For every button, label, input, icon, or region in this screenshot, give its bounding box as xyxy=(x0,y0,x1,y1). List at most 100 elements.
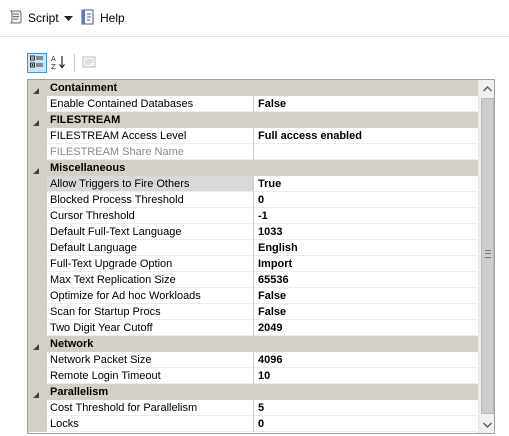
property-value[interactable]: False xyxy=(254,96,478,112)
category-row[interactable]: Network xyxy=(28,336,478,352)
category-gutter xyxy=(28,336,47,352)
chevron-up-icon xyxy=(483,83,492,95)
grid-toolbar-divider xyxy=(74,54,75,72)
category-name: Network xyxy=(50,338,94,350)
property-value[interactable]: English xyxy=(254,240,478,256)
property-row[interactable]: Optimize for Ad hoc Workloads False xyxy=(28,288,478,304)
category-name: Parallelism xyxy=(50,386,109,398)
property-value[interactable]: False xyxy=(254,288,478,304)
category-gutter xyxy=(28,160,47,176)
property-row[interactable]: Locks 0 xyxy=(28,416,478,432)
property-row[interactable]: Cost Threshold for Parallelism 5 xyxy=(28,400,478,416)
property-name: Default Full-Text Language xyxy=(47,224,254,240)
help-button[interactable]: Help xyxy=(80,8,125,28)
row-gutter xyxy=(28,192,47,208)
property-pages-icon xyxy=(82,55,96,72)
categorized-icon xyxy=(30,55,44,72)
property-grid-toolbar: A Z xyxy=(0,48,509,78)
property-value[interactable]: Import xyxy=(254,256,478,272)
property-name: Enable Contained Databases xyxy=(47,96,254,112)
property-row[interactable]: Remote Login Timeout 10 xyxy=(28,368,478,384)
property-value[interactable]: 0 xyxy=(254,192,478,208)
property-value[interactable]: Full access enabled xyxy=(254,128,478,144)
categorized-button[interactable] xyxy=(27,53,47,73)
property-name: Default Language xyxy=(47,240,254,256)
row-gutter xyxy=(28,208,47,224)
property-row[interactable]: Max Text Replication Size 65536 xyxy=(28,272,478,288)
category-row[interactable]: Containment xyxy=(28,80,478,96)
row-gutter xyxy=(28,240,47,256)
property-name: Locks xyxy=(47,416,254,432)
property-name: Cursor Threshold xyxy=(47,208,254,224)
category-row[interactable]: Miscellaneous xyxy=(28,160,478,176)
category-row[interactable]: FILESTREAM xyxy=(28,112,478,128)
property-name: Allow Triggers to Fire Others xyxy=(47,176,254,192)
collapse-triangle-icon[interactable] xyxy=(32,116,40,126)
collapse-triangle-icon[interactable] xyxy=(32,340,40,350)
property-value[interactable] xyxy=(254,144,478,160)
property-value[interactable]: 65536 xyxy=(254,272,478,288)
property-value[interactable]: 4096 xyxy=(254,352,478,368)
collapse-triangle-icon[interactable] xyxy=(32,164,40,174)
property-name: FILESTREAM Access Level xyxy=(47,128,254,144)
collapse-triangle-icon[interactable] xyxy=(32,388,40,398)
svg-text:Z: Z xyxy=(51,63,56,70)
property-row[interactable]: Full-Text Upgrade Option Import xyxy=(28,256,478,272)
property-row[interactable]: Enable Contained Databases False xyxy=(28,96,478,112)
property-value[interactable]: False xyxy=(254,304,478,320)
main-toolbar: Script Help xyxy=(0,0,509,38)
row-gutter xyxy=(28,272,47,288)
row-gutter xyxy=(28,96,47,112)
property-row[interactable]: Default Full-Text Language 1033 xyxy=(28,224,478,240)
property-row[interactable]: Cursor Threshold -1 xyxy=(28,208,478,224)
property-name: Optimize for Ad hoc Workloads xyxy=(47,288,254,304)
vertical-scrollbar[interactable] xyxy=(478,80,494,433)
property-name: Remote Login Timeout xyxy=(47,368,254,384)
property-value[interactable]: True xyxy=(254,176,478,192)
property-name: Network Packet Size xyxy=(47,352,254,368)
property-pages-button[interactable] xyxy=(79,53,99,73)
row-gutter xyxy=(28,416,47,432)
toolbar-divider xyxy=(0,36,509,37)
scroll-up-button[interactable] xyxy=(479,80,494,97)
property-row[interactable]: Blocked Process Threshold 0 xyxy=(28,192,478,208)
row-gutter xyxy=(28,256,47,272)
category-name: Containment xyxy=(50,82,118,94)
property-row[interactable]: Network Packet Size 4096 xyxy=(28,352,478,368)
property-row[interactable]: FILESTREAM Share Name xyxy=(28,144,478,160)
scrollbar-thumb[interactable] xyxy=(481,98,494,414)
row-gutter xyxy=(28,352,47,368)
script-button[interactable]: Script xyxy=(8,8,59,28)
property-row[interactable]: Allow Triggers to Fire Others True xyxy=(28,176,478,192)
property-name: Blocked Process Threshold xyxy=(47,192,254,208)
row-gutter xyxy=(28,368,47,384)
category-row[interactable]: Parallelism xyxy=(28,384,478,400)
property-value[interactable]: -1 xyxy=(254,208,478,224)
property-name: Full-Text Upgrade Option xyxy=(47,256,254,272)
property-value[interactable]: 5 xyxy=(254,400,478,416)
row-gutter xyxy=(28,224,47,240)
scroll-down-button[interactable] xyxy=(479,416,494,433)
collapse-triangle-icon[interactable] xyxy=(32,84,40,94)
property-value[interactable]: 2049 xyxy=(254,320,478,336)
alphabetical-button[interactable]: A Z xyxy=(49,53,69,73)
alphabetical-sort-icon: A Z xyxy=(51,54,67,73)
property-name: Cost Threshold for Parallelism xyxy=(47,400,254,416)
chevron-down-icon xyxy=(64,11,73,25)
property-row[interactable]: Default Language English xyxy=(28,240,478,256)
row-gutter xyxy=(28,288,47,304)
property-row[interactable]: FILESTREAM Access Level Full access enabl… xyxy=(28,128,478,144)
row-gutter xyxy=(28,176,47,192)
script-dropdown-button[interactable] xyxy=(64,8,76,28)
property-value[interactable]: 0 xyxy=(254,416,478,432)
property-name: Two Digit Year Cutoff xyxy=(47,320,254,336)
category-gutter xyxy=(28,384,47,400)
property-row[interactable]: Two Digit Year Cutoff 2049 xyxy=(28,320,478,336)
property-row[interactable]: Scan for Startup Procs False xyxy=(28,304,478,320)
property-name: Max Text Replication Size xyxy=(47,272,254,288)
help-icon xyxy=(80,9,96,28)
category-gutter xyxy=(28,80,47,96)
property-value[interactable]: 1033 xyxy=(254,224,478,240)
property-value[interactable]: 10 xyxy=(254,368,478,384)
category-name: FILESTREAM xyxy=(50,114,121,126)
